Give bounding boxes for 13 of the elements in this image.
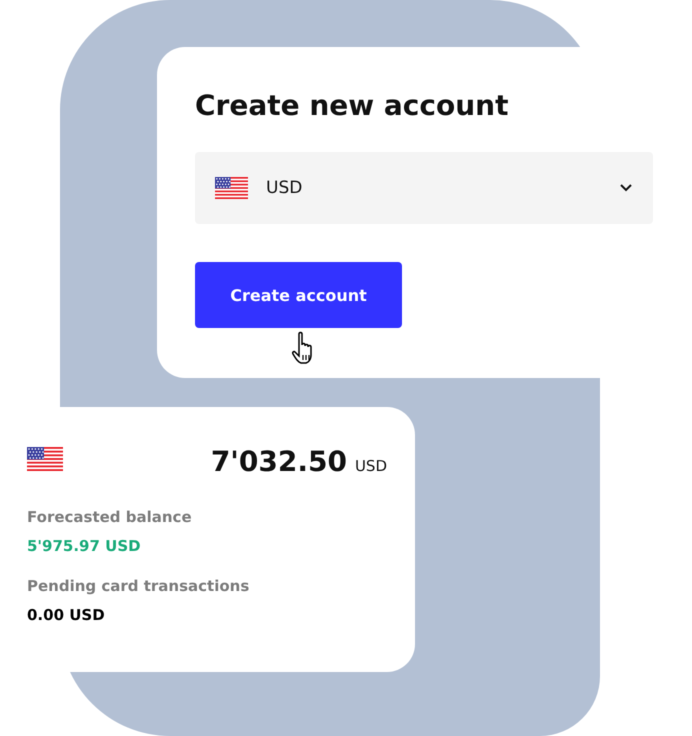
flag-icon: [215, 177, 248, 199]
select-value: USD: [266, 178, 304, 198]
create-account-button[interactable]: Create account: [195, 262, 402, 328]
detail-label: Forecasted balance: [27, 508, 193, 526]
detail-label: Pending card transactions: [27, 577, 250, 595]
card-title: Create new account: [195, 89, 510, 122]
currency-code: USD: [354, 457, 387, 475]
detail-value: 0.00 USD: [27, 606, 106, 624]
detail-value: 5'975.97 USD: [27, 537, 142, 555]
chevron-down-icon: [619, 183, 633, 193]
currency-select[interactable]: USD: [195, 152, 653, 224]
flag-icon: [27, 447, 63, 471]
balance-amount: 7'032.50: [210, 445, 347, 478]
